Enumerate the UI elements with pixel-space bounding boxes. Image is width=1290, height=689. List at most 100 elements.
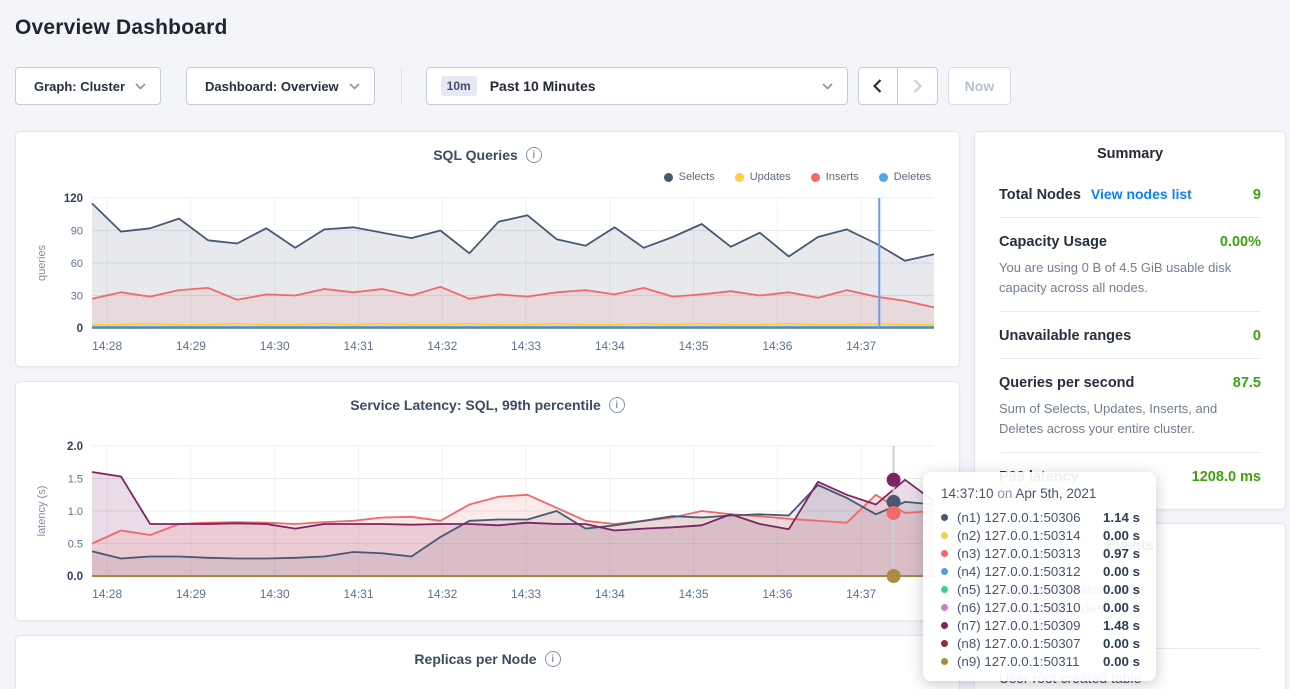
node-address: (n2) 127.0.0.1:50314 [957,528,1097,543]
y-axis-title: queries [36,244,48,281]
unavailable-ranges-label: Unavailable ranges [999,328,1131,344]
x-tick-label: 14:29 [176,339,206,353]
qps-label: Queries per second [999,375,1134,391]
node-address: (n1) 127.0.0.1:50306 [957,510,1097,525]
tooltip-date: Apr 5th, 2021 [1015,486,1096,501]
unavailable-ranges-row: Unavailable ranges 0 [999,311,1261,358]
tooltip-row: (n3) 127.0.0.1:503130.97 s [941,544,1140,562]
time-range-dropdown[interactable]: 10m Past 10 Minutes [426,67,848,105]
x-tick-label: 14:34 [595,339,625,353]
service-latency-card: Service Latency: SQL, 99th percentile i … [15,381,960,621]
tooltip-rows: (n1) 127.0.0.1:503061.14 s(n2) 127.0.0.1… [941,508,1140,670]
y-tick-label: 0.5 [68,539,83,551]
y-tick-label: 90 [71,226,83,238]
capacity-usage-value: 0.00% [1220,234,1261,250]
legend-dot-icon [664,173,673,182]
capacity-usage-label: Capacity Usage [999,234,1107,250]
capacity-usage-desc: You are using 0 B of 4.5 GiB usable disk… [999,258,1261,297]
now-button[interactable]: Now [948,67,1012,105]
x-tick-label: 14:36 [762,587,792,601]
x-tick-label: 14:29 [176,587,206,601]
node-dot-icon [941,550,948,557]
x-tick-label: 14:34 [595,587,625,601]
total-nodes-label: Total Nodes [999,187,1081,203]
tooltip-row: (n7) 127.0.0.1:503091.48 s [941,616,1140,634]
sql-queries-legend: Selects Updates Inserts Deletes [32,168,943,186]
summary-panel: Summary Total Nodes View nodes list 9 Ca… [974,131,1286,510]
node-dot-icon [941,586,948,593]
legend-item[interactable]: Inserts [811,171,859,183]
node-dot-icon [941,640,948,647]
node-dot-icon [941,514,948,521]
time-prev-button[interactable] [858,67,898,105]
time-step-buttons [858,67,938,105]
qps-value: 87.5 [1233,375,1261,391]
service-latency-header: Service Latency: SQL, 99th percentile i [32,394,943,416]
node-address: (n8) 127.0.0.1:50307 [957,636,1097,651]
y-axis-title: latency (s) [36,486,48,537]
x-tick-label: 14:37 [846,587,876,601]
dashboard-dropdown-label: Dashboard: Overview [205,79,339,94]
legend-item[interactable]: Deletes [879,171,931,183]
graph-dropdown[interactable]: Graph: Cluster [15,67,161,105]
y-tick-label: 120 [64,193,83,205]
x-tick-label: 14:32 [427,587,457,601]
tooltip-row: (n4) 127.0.0.1:50312 0.00 s [941,562,1140,580]
node-address: (n9) 127.0.0.1:50311 [957,654,1097,669]
total-nodes-row: Total Nodes View nodes list 9 [999,170,1261,217]
tooltip-row: (n5) 127.0.0.1:503080.00 s [941,580,1140,598]
legend-dot-icon [879,173,888,182]
x-tick-label: 14:37 [846,339,876,353]
legend-label: Updates [750,171,791,183]
time-range-badge: 10m [441,76,477,96]
divider [401,68,402,105]
summary-title: Summary [999,146,1261,170]
node-dot-icon [941,532,948,539]
tooltip-row: (n8) 127.0.0.1:503070.00 s [941,634,1140,652]
info-icon[interactable]: i [545,651,561,667]
unavailable-ranges-value: 0 [1253,328,1261,344]
tooltip-row: (n1) 127.0.0.1:503061.14 s [941,508,1140,526]
node-dot-icon [941,658,948,665]
time-next-button[interactable] [898,67,938,105]
dashboard-dropdown[interactable]: Dashboard: Overview [186,67,375,105]
legend-item[interactable]: Updates [735,171,791,183]
node-dot-icon [941,622,948,629]
sql-queries-chart[interactable]: 14:2814:2914:3014:3114:3214:3314:3414:35… [32,188,945,358]
total-nodes-value: 9 [1253,187,1261,203]
node-address: (n5) 127.0.0.1:50308 [957,582,1097,597]
y-tick-label: 60 [71,258,83,270]
x-tick-label: 14:31 [343,587,373,601]
chevron-down-icon [822,83,833,90]
node-latency-value: 0.00 s [1103,564,1140,579]
page: Overview Dashboard Graph: Cluster Dashbo… [0,0,1290,689]
x-tick-label: 14:33 [511,339,541,353]
chevron-down-icon [349,83,360,90]
view-nodes-list-link[interactable]: View nodes list [1091,186,1192,202]
node-latency-value: 0.00 s [1103,528,1140,543]
y-tick-label: 0 [77,323,83,335]
node-address: (n6) 127.0.0.1:50310 [957,600,1097,615]
x-tick-label: 14:28 [92,587,122,601]
service-latency-chart[interactable]: 14:2814:2914:3014:3114:3214:3314:3414:35… [32,436,945,606]
node-dot-icon [941,604,948,611]
info-icon[interactable]: i [609,397,625,413]
sql-queries-header: SQL Queries i [32,144,943,166]
legend-item[interactable]: Selects [664,171,715,183]
capacity-usage-row: Capacity Usage 0.00% [999,217,1261,264]
node-address: (n4) 127.0.0.1:50312 [957,564,1097,579]
sql-queries-card: SQL Queries i Selects Updates Inserts Delet… [15,131,960,367]
tooltip-row: (n2) 127.0.0.1:50314 0.00 s [941,526,1140,544]
node-latency-value: 0.00 s [1103,654,1140,669]
chevron-right-icon [913,79,922,93]
y-tick-label: 0.0 [67,571,83,583]
info-icon[interactable]: i [526,147,542,163]
controls-bar: Graph: Cluster Dashboard: Overview 10m P… [15,67,1275,105]
charts-column: SQL Queries i Selects Updates Inserts Delet… [15,131,960,689]
qps-desc: Sum of Selects, Updates, Inserts, and De… [999,399,1261,438]
legend-dot-icon [811,173,820,182]
x-tick-label: 14:35 [679,587,709,601]
x-tick-label: 14:33 [511,587,541,601]
tooltip-row: (n9) 127.0.0.1:50311 0.00 s [941,652,1140,670]
chart-tooltip: 14:37:10 on Apr 5th, 2021 (n1) 127.0.0.1… [923,472,1156,681]
